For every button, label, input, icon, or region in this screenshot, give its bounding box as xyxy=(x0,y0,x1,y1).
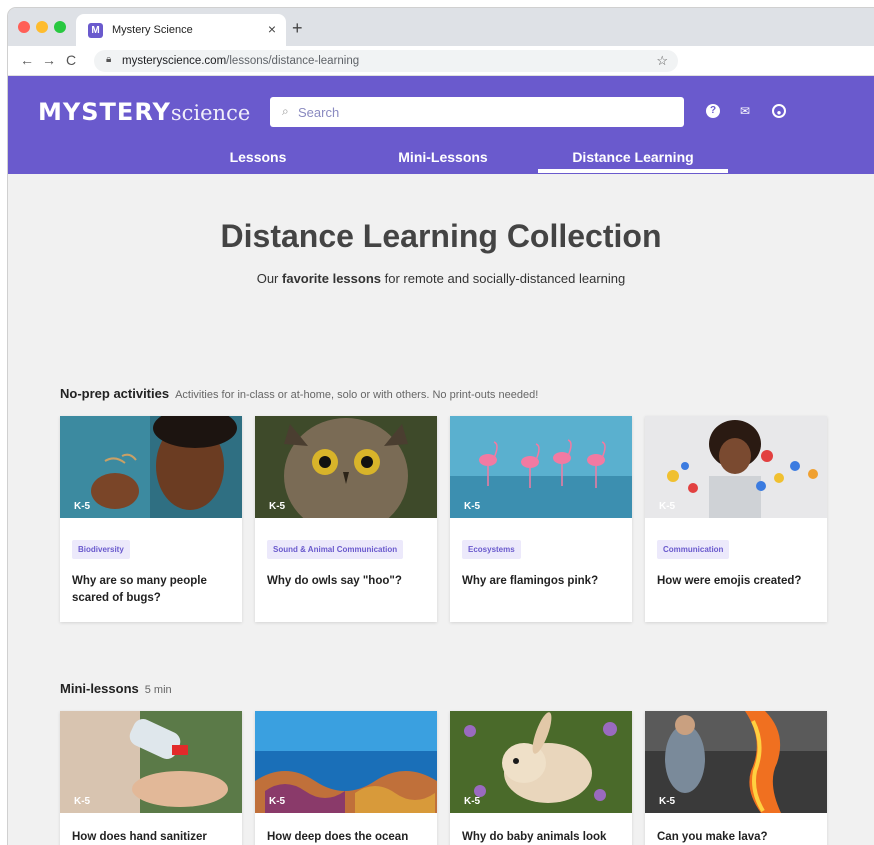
bookmark-star-icon[interactable]: ☆ xyxy=(656,53,668,69)
section-description: Activities for in-class or at-home, solo… xyxy=(175,389,539,401)
lesson-question[interactable]: Why do owls say "hoo"? xyxy=(267,573,425,590)
page-subtitle: Our favorite lessons for remote and soci… xyxy=(8,271,874,286)
address-bar[interactable]: 🔒︎ mysteryscience.com/lessons/distance-l… xyxy=(94,50,678,72)
lesson-image-lava: K-5 xyxy=(645,711,827,813)
lesson-card[interactable]: K-5 Communication How were emojis create… xyxy=(645,416,827,622)
url-domain: mysteryscience.com xyxy=(122,55,227,67)
new-tab-icon[interactable]: + xyxy=(292,18,303,39)
grade-badge: K-5 xyxy=(464,796,481,807)
grade-badge: K-5 xyxy=(659,501,676,512)
grade-badge: K-5 xyxy=(464,501,481,512)
section-title: No-prep activities xyxy=(60,386,170,401)
subtitle-text-end: for remote and socially-distanced learni… xyxy=(381,271,626,286)
url-text: mysteryscience.com/lessons/distance-lear… xyxy=(122,55,359,67)
lesson-card[interactable]: K-5 Sound & Animal Communication Why do … xyxy=(255,416,437,622)
grade-badge: K-5 xyxy=(659,796,676,807)
page-title: Distance Learning Collection xyxy=(220,218,662,254)
lesson-question[interactable]: How does hand sanitizer xyxy=(72,829,230,845)
lesson-image-ocean: K-5 xyxy=(255,711,437,813)
lesson-card[interactable]: K-5 How deep does the ocean xyxy=(255,711,437,845)
lesson-card[interactable]: K-5 Biodiversity Why are so many people … xyxy=(60,416,242,622)
back-arrow-icon[interactable]: ← xyxy=(20,52,34,68)
lesson-image-bugs: K-5 xyxy=(60,416,242,518)
lesson-question[interactable]: Why are so many people scared of bugs? xyxy=(72,573,230,607)
tab-lessons[interactable]: Lessons xyxy=(218,149,298,165)
topic-tag[interactable]: Ecosystems xyxy=(462,540,521,559)
mystery-science-logo[interactable]: MYSTERYscience xyxy=(38,98,250,127)
logo-light: science xyxy=(170,101,251,125)
minimize-window-button[interactable] xyxy=(36,21,48,33)
search-input[interactable] xyxy=(298,97,668,127)
url-path: /lessons/distance-learning xyxy=(226,55,360,67)
lesson-image-owl: K-5 xyxy=(255,416,437,534)
lock-icon: 🔒︎ xyxy=(106,54,112,65)
lesson-question[interactable]: How deep does the ocean xyxy=(267,829,425,845)
user-account-icon[interactable]: ● xyxy=(772,104,786,118)
lesson-image-emojis: K-5 xyxy=(645,416,827,518)
close-window-button[interactable] xyxy=(18,21,30,33)
lesson-question[interactable]: Why do baby animals look xyxy=(462,829,620,845)
section-heading-no-prep: No-prep activities Activities for in-clas… xyxy=(60,386,538,401)
lesson-card[interactable]: K-5 Ecosystems Why are flamingos pink? xyxy=(450,416,632,622)
mail-icon[interactable]: ✉ xyxy=(738,104,752,118)
tab-distance-learning[interactable]: Distance Learning xyxy=(538,149,728,165)
subtitle-text: Our xyxy=(256,271,283,286)
lesson-image-hand-sanitizer: K-5 xyxy=(60,711,242,813)
active-tab-underline xyxy=(538,169,728,173)
topic-tag[interactable]: Sound & Animal Communication xyxy=(267,540,404,559)
search-box[interactable]: ⌕ xyxy=(270,97,684,127)
favicon-icon: M xyxy=(88,23,103,38)
logo-bold: MYSTERY xyxy=(38,98,171,126)
topic-tag[interactable]: Biodiversity xyxy=(72,540,130,559)
grade-badge: K-5 xyxy=(269,501,286,512)
lesson-question[interactable]: Can you make lava? xyxy=(657,829,815,845)
topic-tag[interactable]: Communication xyxy=(657,540,730,559)
reload-icon[interactable]: C xyxy=(66,52,76,68)
maximize-window-button[interactable] xyxy=(54,21,66,33)
lesson-card[interactable]: K-5 How does hand sanitizer xyxy=(60,711,242,845)
browser-tab[interactable]: M Mystery Science × xyxy=(76,14,286,46)
tab-mini-lessons[interactable]: Mini-Lessons xyxy=(388,149,498,165)
tab-title: Mystery Science xyxy=(112,24,193,36)
lesson-card[interactable]: K-5 Can you make lava? xyxy=(645,711,827,845)
lesson-image-flamingos: K-5 xyxy=(450,416,632,518)
section-title: Mini-lessons xyxy=(60,681,139,696)
grade-badge: K-5 xyxy=(269,796,286,807)
close-tab-icon[interactable]: × xyxy=(268,21,276,37)
grade-badge: K-5 xyxy=(74,501,91,512)
help-icon[interactable]: ? xyxy=(706,104,720,118)
tab-strip: M Mystery Science × + xyxy=(8,8,874,46)
forward-arrow-icon[interactable]: → xyxy=(42,52,56,68)
section-description: 5 min xyxy=(144,684,172,696)
search-icon: ⌕ xyxy=(282,104,289,118)
lesson-image-bunny: K-5 xyxy=(450,711,632,813)
lesson-question[interactable]: How were emojis created? xyxy=(657,573,815,590)
grade-badge: K-5 xyxy=(74,796,91,807)
browser-window: M Mystery Science × + ← → C 🔒︎ mysterysc… xyxy=(8,8,874,845)
section-heading-mini-lessons: Mini-lessons 5 min xyxy=(60,681,172,696)
lesson-card[interactable]: K-5 Why do baby animals look xyxy=(450,711,632,845)
site-header: MYSTERYscience ⌕ ? ✉ ● Lessons Mini-Less… xyxy=(8,76,874,174)
subtitle-bold: favorite lessons xyxy=(282,271,382,286)
lesson-question[interactable]: Why are flamingos pink? xyxy=(462,573,620,590)
browser-toolbar: ← → C 🔒︎ mysteryscience.com/lessons/dist… xyxy=(8,46,874,76)
